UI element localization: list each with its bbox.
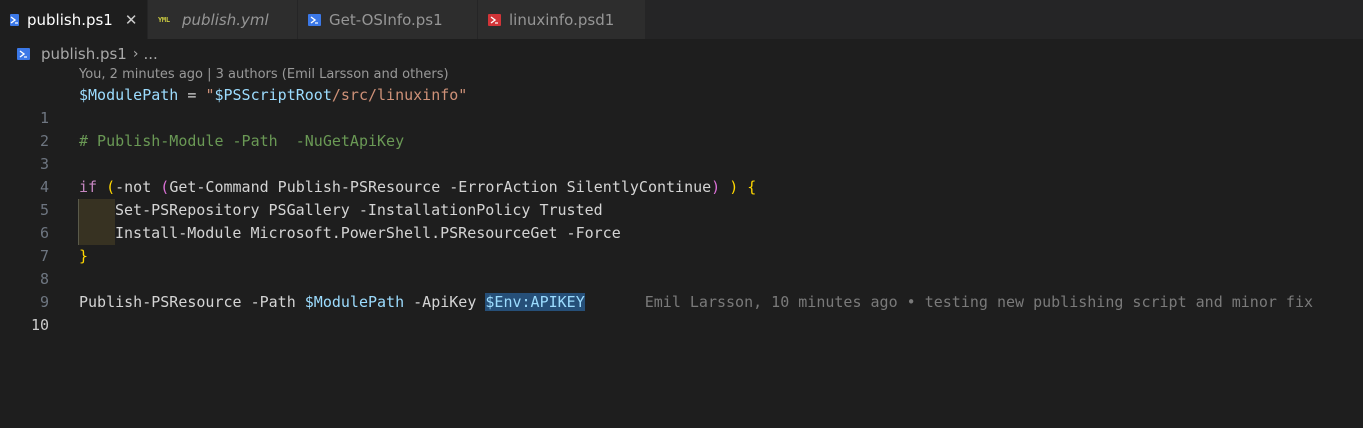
token-operator: =: [178, 86, 206, 104]
powershell-file-icon: [308, 13, 321, 26]
token-command: Get-Command Publish-PSResource -ErrorAct…: [169, 178, 712, 196]
token-command: Set-PSRepository PSGallery -Installation…: [115, 201, 603, 219]
code-line: 4: [0, 153, 1363, 196]
selected-text[interactable]: $Env:APIKEY: [485, 293, 585, 311]
tab-publish-yml[interactable]: YML publish.yml: [148, 0, 298, 39]
powershell-file-icon: [10, 13, 19, 26]
git-blame-codelens[interactable]: You, 2 minutes ago | 3 authors (Emil Lar…: [79, 67, 449, 82]
token-command: Install-Module Microsoft.PowerShell.PSRe…: [115, 224, 621, 242]
code-line: 5 if (-not (Get-Command Publish-PSResour…: [0, 176, 1363, 219]
tab-label: publish.ps1: [27, 10, 113, 29]
token-variable: $ModulePath: [304, 293, 405, 311]
code-editor[interactable]: 1 $ModulePath = "$PSScriptRoot/src/linux…: [0, 84, 1363, 334]
token-variable: $ModulePath: [79, 86, 179, 104]
tab-linuxinfo-psd1[interactable]: linuxinfo.psd1: [478, 0, 646, 39]
inline-blame-annotation: Emil Larsson, 10 minutes ago • testing n…: [644, 293, 1314, 311]
token-command: Publish-PSResource -Path: [79, 293, 305, 311]
close-icon[interactable]: ✕: [125, 11, 138, 29]
breadcrumb-file[interactable]: publish.ps1: [41, 45, 127, 63]
tab-publish-ps1[interactable]: publish.ps1 ✕: [0, 0, 148, 39]
code-line: 2: [0, 107, 1363, 150]
token-operator: -not: [115, 178, 161, 196]
chevron-right-icon: ›: [132, 46, 139, 62]
code-line: 9: [0, 268, 1363, 311]
token-parameter: -ApiKey: [404, 293, 486, 311]
code-line: 6 Set-PSRepository PSGallery -Installati…: [0, 199, 1363, 242]
tab-get-osinfo[interactable]: Get-OSInfo.ps1: [298, 0, 478, 39]
tab-label: linuxinfo.psd1: [509, 10, 615, 29]
tab-bar: publish.ps1 ✕ YML publish.yml Get-OSInfo…: [0, 0, 1363, 39]
token-brace: {: [738, 178, 757, 196]
code-line: 7 Install-Module Microsoft.PowerShell.PS…: [0, 222, 1363, 265]
yaml-file-icon: YML: [158, 15, 170, 24]
line-number: 10: [30, 316, 49, 334]
indent-guide: [78, 222, 115, 245]
token-string: /src/linuxinfo": [331, 86, 468, 104]
code-line: 3 # Publish-Module -Path -NuGetApiKey: [0, 130, 1363, 173]
tab-label: Get-OSInfo.ps1: [329, 10, 443, 29]
powershell-file-icon: [17, 48, 30, 60]
token-comment: # Publish-Module -Path -NuGetApiKey: [79, 132, 405, 150]
breadcrumb: publish.ps1 › ...: [17, 43, 158, 65]
code-line: 8 }: [0, 245, 1363, 288]
breadcrumb-more[interactable]: ...: [143, 45, 157, 63]
token-bracket: (: [97, 178, 116, 196]
code-line: 1 $ModulePath = "$PSScriptRoot/src/linux…: [0, 84, 1363, 127]
tab-label: publish.yml: [182, 10, 269, 29]
token-brace: }: [79, 247, 89, 265]
indent-guide: [78, 199, 115, 222]
token-bracket: ): [711, 178, 721, 196]
token-variable: $PSScriptRoot: [214, 86, 332, 104]
token-keyword: if: [79, 178, 98, 196]
token-bracket: ): [720, 178, 739, 196]
powershell-data-file-icon: [488, 13, 501, 26]
token-bracket: (: [160, 178, 170, 196]
code-line-current: 10 Publish-PSResource -Path $ModulePath …: [0, 291, 1363, 334]
